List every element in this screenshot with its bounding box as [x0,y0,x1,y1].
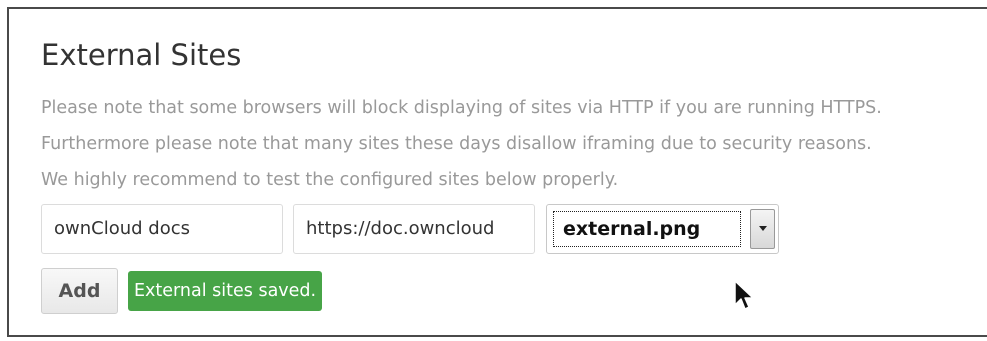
chevron-down-icon [759,226,767,231]
icon-select[interactable]: external.png [546,204,779,254]
icon-select-value: external.png [553,211,741,247]
note-https: Please note that some browsers will bloc… [41,98,882,118]
note-iframing: Furthermore please note that many sites … [41,134,872,154]
status-message: External sites saved. [128,271,323,311]
mouse-pointer-icon [734,280,754,310]
site-url-input[interactable]: https://doc.owncloud [293,204,535,254]
site-name-input[interactable]: ownCloud docs [41,204,283,254]
section-title: External Sites [41,38,242,72]
note-recommend: We highly recommend to test the configur… [41,170,619,190]
select-arrow-button[interactable] [750,209,775,249]
add-button[interactable]: Add [41,268,118,314]
